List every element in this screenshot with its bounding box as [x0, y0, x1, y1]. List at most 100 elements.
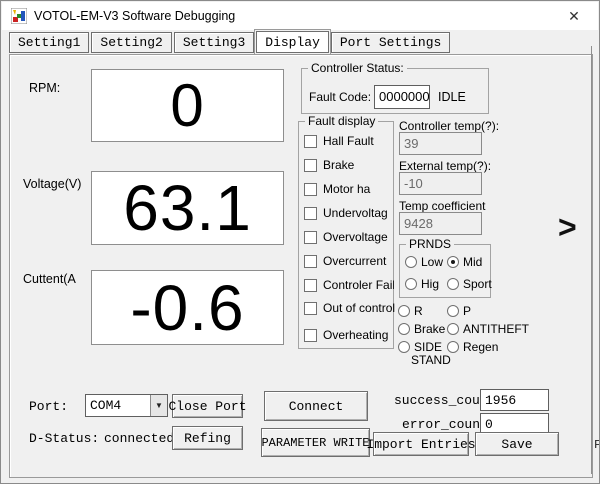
sport-radio[interactable]: [447, 278, 459, 290]
close-icon[interactable]: ✕: [554, 4, 594, 28]
tab-setting2[interactable]: Setting2: [91, 32, 171, 53]
antitheft-label: ANTITHEFT: [463, 322, 529, 336]
overcurrent-label: Overcurrent: [323, 254, 386, 268]
brake-mode-label: Brake: [414, 322, 445, 336]
overvoltage-label: Overvoltage: [323, 230, 388, 244]
sport-label: Sport: [463, 277, 492, 291]
fault-row-overcurrent: Overcurrent: [304, 254, 386, 268]
tab-port-settings[interactable]: Port Settings: [331, 32, 450, 53]
p-radio[interactable]: [447, 305, 459, 317]
mode-antitheft[interactable]: ANTITHEFT: [447, 322, 529, 336]
temp-coefficient-label: Temp coefficient: [399, 199, 486, 213]
controller-failure-checkbox[interactable]: [304, 279, 317, 292]
antitheft-radio[interactable]: [447, 323, 459, 335]
hall-fault-checkbox[interactable]: [304, 135, 317, 148]
voltage-display: 63.1: [91, 171, 284, 245]
low-label: Low: [421, 255, 443, 269]
refing-button[interactable]: Refing: [172, 426, 243, 450]
brake-checkbox[interactable]: [304, 159, 317, 172]
low-radio[interactable]: [405, 256, 417, 268]
high-label: Hig: [421, 277, 439, 291]
fault-row-out-of-control: Out of control: [304, 301, 395, 315]
overheating-checkbox[interactable]: [304, 329, 317, 342]
mode-brake[interactable]: Brake: [398, 322, 445, 336]
port-combobox[interactable]: COM4 ▼: [85, 394, 168, 417]
rpm-value: 0: [170, 76, 204, 136]
tab-setting3[interactable]: Setting3: [174, 32, 254, 53]
title-bar: VOTOL-EM-V3 Software Debugging ✕: [2, 2, 598, 30]
temp-coefficient-field[interactable]: 9428: [399, 212, 482, 235]
side-stand-radio[interactable]: [398, 341, 410, 353]
dstatus-label: D-Status:: [29, 431, 99, 446]
rpm-label: RPM:: [29, 81, 60, 95]
prnds-high[interactable]: Hig: [405, 277, 439, 291]
port-value: COM4: [86, 395, 150, 416]
controller-status-legend: Controller Status:: [308, 61, 407, 75]
right-panel-divider: [591, 46, 592, 474]
fault-row-overheating: Overheating: [304, 328, 388, 342]
save-button[interactable]: Save: [475, 432, 559, 456]
p-label: P: [463, 304, 471, 318]
hall-fault-label: Hall Fault: [323, 134, 374, 148]
motor-hall-checkbox[interactable]: [304, 183, 317, 196]
out-of-control-label: Out of control: [323, 301, 395, 315]
fault-row-overvoltage: Overvoltage: [304, 230, 388, 244]
side-stand-label: SIDE: [414, 340, 442, 354]
mode-regen[interactable]: Regen: [447, 340, 498, 354]
overcurrent-checkbox[interactable]: [304, 255, 317, 268]
out-of-control-checkbox[interactable]: [304, 302, 317, 315]
fault-row-undervoltage: Undervoltag: [304, 206, 388, 220]
tab-display[interactable]: Display: [256, 31, 329, 53]
prnds-low[interactable]: Low: [405, 255, 443, 269]
r-radio[interactable]: [398, 305, 410, 317]
regen-radio[interactable]: [447, 341, 459, 353]
dstatus-value: connected: [104, 431, 174, 446]
prnds-legend: PRNDS: [406, 237, 454, 251]
controller-temp-field[interactable]: 39: [399, 132, 482, 155]
mode-side-stand[interactable]: SIDE: [398, 340, 442, 354]
expand-panel-button[interactable]: >: [558, 211, 577, 243]
fault-row-controller-failure: Controler Failur: [304, 278, 394, 292]
window-title: VOTOL-EM-V3 Software Debugging: [34, 9, 235, 23]
mid-radio[interactable]: [447, 256, 459, 268]
import-entries-button[interactable]: Import Entries: [373, 432, 469, 456]
high-radio[interactable]: [405, 278, 417, 290]
fault-row-brake: Brake: [304, 158, 354, 172]
voltage-label: Voltage(V): [23, 177, 81, 191]
parameter-write-button[interactable]: PARAMETER WRITE: [261, 428, 370, 457]
mode-r[interactable]: R: [398, 304, 423, 318]
voltage-value: 63.1: [123, 176, 252, 240]
success-count-field[interactable]: 1956: [480, 389, 549, 411]
external-temp-label: External temp(?):: [399, 159, 491, 173]
regen-label: Regen: [463, 340, 498, 354]
overheating-label: Overheating: [323, 328, 388, 342]
motor-hall-label: Motor ha: [323, 182, 370, 196]
undervoltage-checkbox[interactable]: [304, 207, 317, 220]
current-label: Cuttent(A: [23, 272, 76, 286]
current-value: -0.6: [130, 276, 244, 340]
prnds-sport[interactable]: Sport: [447, 277, 492, 291]
controller-failure-label: Controler Failur: [323, 278, 394, 292]
prnds-mid[interactable]: Mid: [447, 255, 482, 269]
fault-display-legend: Fault display: [305, 114, 378, 128]
tab-strip: Setting1 Setting2 Setting3 Display Port …: [9, 32, 452, 54]
mid-label: Mid: [463, 255, 482, 269]
external-temp-field[interactable]: -10: [399, 172, 482, 195]
close-port-button[interactable]: Close Port: [172, 394, 243, 418]
port-label: Port:: [29, 399, 68, 414]
undervoltage-label: Undervoltag: [323, 206, 388, 220]
fault-code-field[interactable]: 00000000: [374, 85, 430, 109]
mode-p[interactable]: P: [447, 304, 471, 318]
app-icon: [11, 8, 27, 24]
brake-mode-radio[interactable]: [398, 323, 410, 335]
fault-code-label: Fault Code:: [309, 90, 371, 104]
chevron-down-icon[interactable]: ▼: [150, 395, 167, 416]
connect-button[interactable]: Connect: [264, 391, 368, 421]
tab-setting1[interactable]: Setting1: [9, 32, 89, 53]
r-label: R: [414, 304, 423, 318]
fault-row-motor-hall: Motor ha: [304, 182, 370, 196]
controller-temp-label: Controller temp(?):: [399, 119, 499, 133]
fault-row-hall: Hall Fault: [304, 134, 374, 148]
controller-state-text: IDLE: [438, 90, 466, 104]
overvoltage-checkbox[interactable]: [304, 231, 317, 244]
